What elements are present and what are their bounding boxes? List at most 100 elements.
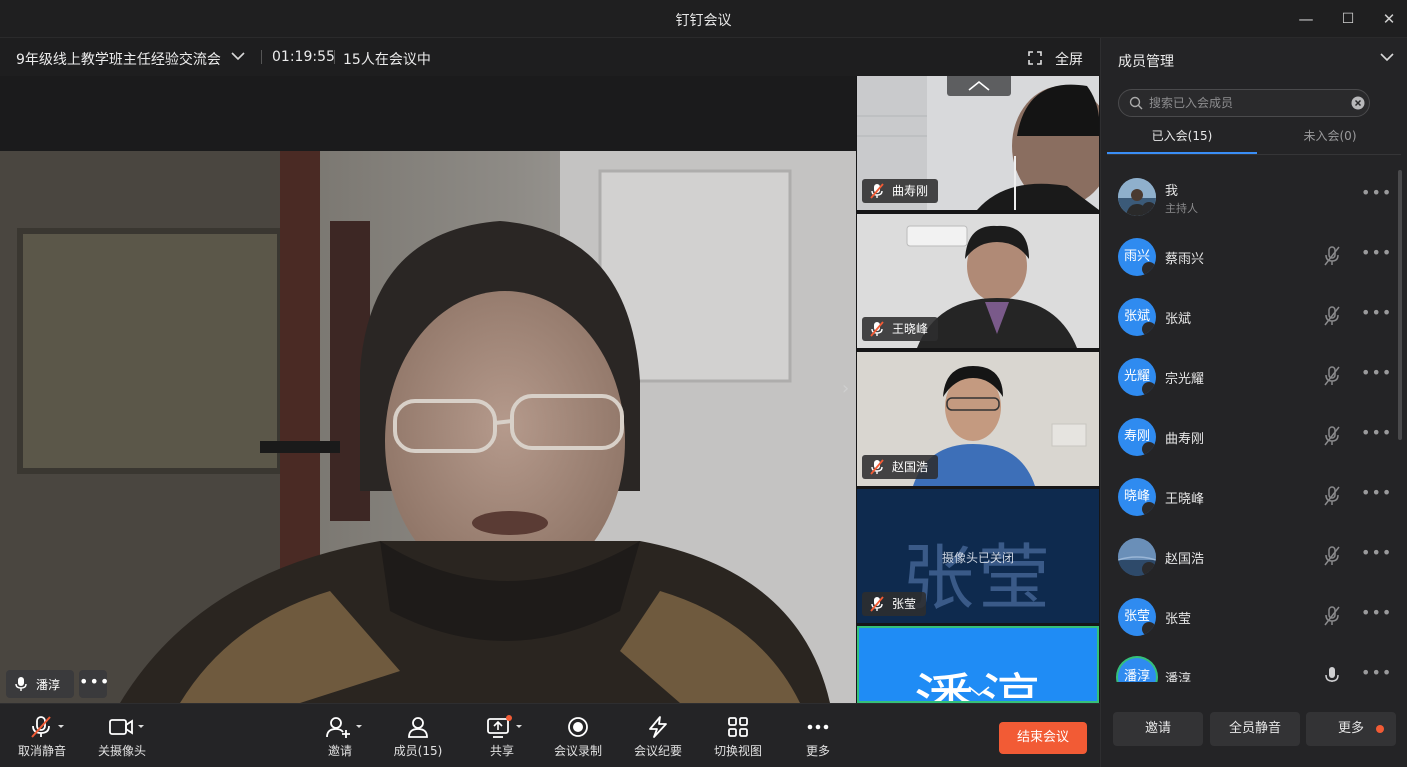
notification-dot-icon — [1376, 725, 1384, 733]
panel-more-button[interactable]: 更多 — [1306, 712, 1396, 746]
chevron-down-icon[interactable] — [1379, 51, 1395, 63]
member-role: 主持人 — [1165, 202, 1198, 215]
panel-invite-button[interactable]: 邀请 — [1113, 712, 1203, 746]
fullscreen-icon[interactable] — [1028, 51, 1042, 65]
elapsed-time: 01:19:55 — [272, 49, 335, 65]
member-more-button[interactable]: ••• — [1361, 243, 1392, 262]
record-icon — [568, 717, 588, 737]
thumbnail-name-tag: 曲寿刚 — [862, 179, 939, 203]
list-item[interactable]: 光耀 宗光耀 ••• — [1101, 346, 1401, 406]
more-button[interactable]: 更多 — [786, 704, 850, 767]
microphone-icon — [15, 677, 27, 691]
thumbnail-name: 曲寿刚 — [892, 184, 929, 198]
active-speaker-name: 潘淳 — [36, 678, 61, 692]
speaker-more-button[interactable]: ••• — [79, 670, 109, 698]
members-button[interactable]: 成员(15) — [384, 704, 452, 767]
list-item[interactable]: 雨兴 蔡雨兴 ••• — [1101, 226, 1401, 286]
member-name: 张莹 — [1165, 612, 1192, 627]
microphone-muted-icon[interactable] — [1323, 546, 1341, 566]
camera-off-button[interactable]: 关摄像头 — [90, 704, 154, 767]
thumbnail-tile[interactable]: 张莹 摄像头已关闭 张莹 — [857, 489, 1099, 623]
microphone-muted-icon[interactable] — [1323, 246, 1341, 266]
member-more-button[interactable]: ••• — [1361, 663, 1392, 682]
list-item[interactable]: 晓峰 王晓峰 ••• — [1101, 466, 1401, 526]
avatar: 张莹 — [1118, 598, 1156, 636]
tab-divider — [1107, 154, 1401, 155]
member-more-button[interactable]: ••• — [1361, 543, 1392, 562]
microphone-muted-icon[interactable] — [1323, 306, 1341, 326]
avatar — [1118, 178, 1156, 216]
chevron-right-icon[interactable]: › — [842, 378, 849, 399]
list-item[interactable]: 张莹 张莹 ••• — [1101, 586, 1401, 646]
unmute-button[interactable]: 取消静音 — [10, 704, 74, 767]
mic-badge-icon — [1142, 562, 1156, 576]
tab-not-joined[interactable]: 未入会(0) — [1255, 127, 1405, 144]
scroll-up-button[interactable] — [947, 76, 1011, 96]
member-more-button[interactable]: ••• — [1361, 183, 1392, 202]
meeting-window: 钉钉会议 — ☐ ✕ 9年级线上教学班主任经验交流会 01:19:55 15人在… — [0, 0, 1407, 767]
avatar: 晓峰 — [1118, 478, 1156, 516]
member-list-scrollbar[interactable] — [1398, 170, 1402, 440]
avatar: 潘淳 — [1118, 658, 1156, 682]
minutes-button[interactable]: 会议纪要 — [626, 704, 690, 767]
member-more-button[interactable]: ••• — [1361, 483, 1392, 502]
more-dots-icon — [807, 724, 829, 730]
clear-icon[interactable] — [1351, 96, 1365, 110]
microphone-icon[interactable] — [1323, 666, 1341, 682]
microphone-muted-icon[interactable] — [1323, 486, 1341, 506]
minimize-button[interactable]: — — [1293, 6, 1319, 32]
member-name: 宗光耀 — [1165, 372, 1205, 387]
microphone-muted-icon[interactable] — [1323, 606, 1341, 626]
maximize-button[interactable]: ☐ — [1335, 6, 1361, 32]
chevron-up-icon — [968, 80, 990, 91]
list-item[interactable]: 我 主持人 ••• — [1101, 166, 1401, 226]
window-title: 钉钉会议 — [675, 13, 732, 29]
switch-view-button[interactable]: 切换视图 — [706, 704, 770, 767]
divider — [334, 50, 335, 64]
person-icon — [408, 717, 428, 738]
thumbnail-tile[interactable]: 王晓峰 — [857, 214, 1099, 348]
close-button[interactable]: ✕ — [1376, 6, 1402, 32]
camera-off-label: 关摄像头 — [97, 744, 146, 758]
mic-badge-icon — [1142, 322, 1156, 336]
microphone-muted-icon[interactable] — [1323, 426, 1341, 446]
member-more-button[interactable]: ••• — [1361, 423, 1392, 442]
list-item[interactable]: 寿刚 曲寿刚 ••• — [1101, 406, 1401, 466]
camera-off-label: 摄像头已关闭 — [941, 551, 1014, 565]
list-item[interactable]: 赵国浩 ••• — [1101, 526, 1401, 586]
list-item[interactable]: 张斌 张斌 ••• — [1101, 286, 1401, 346]
chevron-down-icon[interactable] — [230, 50, 246, 62]
member-more-button[interactable]: ••• — [1361, 603, 1392, 622]
end-meeting-button[interactable]: 结束会议 — [999, 722, 1087, 754]
list-item[interactable]: 潘淳 潘淳 ••• — [1101, 646, 1401, 682]
thumbnail-tile[interactable]: 潘淳 — [857, 626, 1099, 703]
tab-joined[interactable]: 已入会(15) — [1107, 127, 1257, 144]
microphone-muted-icon — [870, 183, 884, 199]
meeting-topic[interactable]: 9年级线上教学班主任经验交流会 — [16, 49, 221, 69]
invite-button[interactable]: 邀请 — [308, 704, 372, 767]
microphone-muted-icon — [870, 321, 884, 337]
member-more-button[interactable]: ••• — [1361, 363, 1392, 382]
member-name: 潘淳 — [1165, 672, 1192, 682]
active-speaker-video[interactable] — [0, 151, 856, 703]
member-search[interactable] — [1118, 89, 1370, 117]
chevron-down-icon[interactable] — [965, 684, 993, 698]
member-more-button[interactable]: ••• — [1361, 303, 1392, 322]
fullscreen-button[interactable]: 全屏 — [1055, 49, 1083, 69]
member-name: 蔡雨兴 — [1165, 252, 1205, 267]
thumbnail-tile[interactable]: 赵国浩 — [857, 352, 1099, 486]
thumbnail-name-tag: 赵国浩 — [862, 455, 939, 479]
tab-active-indicator — [1107, 152, 1257, 154]
main-stage: 潘淳 ••• › — [0, 76, 856, 703]
thumbnail-strip: 曲寿刚 王晓峰 赵国浩 张莹 摄像头已关闭 张莹 潘淳 — [856, 76, 1100, 703]
search-input[interactable] — [1149, 93, 1349, 113]
more-label: 更多 — [805, 744, 830, 758]
mute-all-button[interactable]: 全员静音 — [1210, 712, 1300, 746]
panel-title: 成员管理 — [1118, 54, 1174, 70]
microphone-muted-icon[interactable] — [1323, 366, 1341, 386]
record-button[interactable]: 会议录制 — [546, 704, 610, 767]
share-button[interactable]: 共享 — [470, 704, 534, 767]
thumbnail-tile[interactable]: 曲寿刚 — [857, 76, 1099, 210]
member-name: 曲寿刚 — [1165, 432, 1205, 447]
record-label: 会议录制 — [553, 744, 602, 758]
